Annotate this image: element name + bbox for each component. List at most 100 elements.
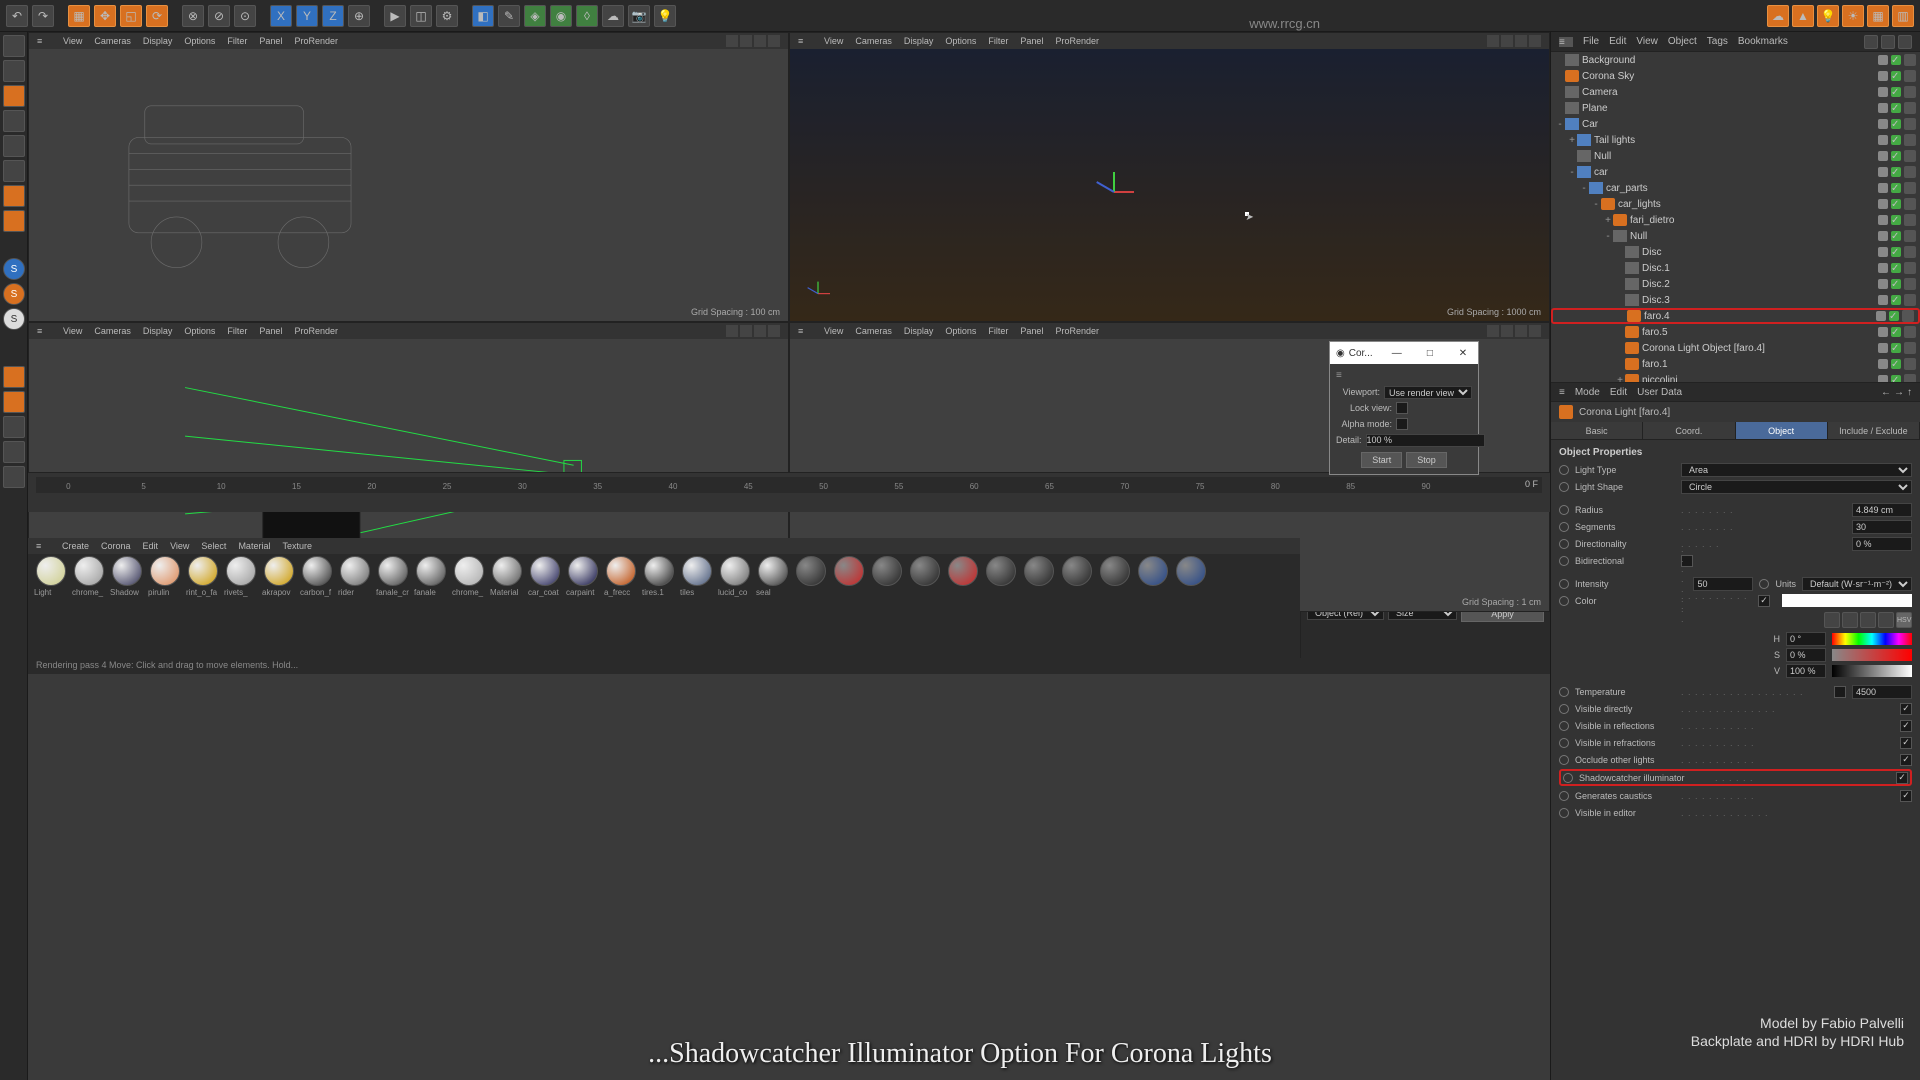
color-swatch[interactable] <box>1782 594 1912 607</box>
expand-icon[interactable]: - <box>1567 167 1577 178</box>
polygon-mode-icon[interactable] <box>3 160 25 182</box>
vp-menu-cameras[interactable]: Cameras <box>94 36 131 46</box>
attr-menu-edit[interactable]: Edit <box>1610 387 1627 398</box>
material-seal[interactable]: seal <box>756 556 790 597</box>
attr-menu-userdata[interactable]: User Data <box>1637 387 1682 398</box>
tree-row-car[interactable]: -car✓ <box>1551 164 1920 180</box>
corona-sun-icon[interactable]: ☀ <box>1842 5 1864 27</box>
attr-menu-mode[interactable]: Mode <box>1575 387 1600 398</box>
visible-reflections-checkbox[interactable] <box>1900 720 1912 732</box>
tab-object[interactable]: Object <box>1736 422 1828 439</box>
material-shadow[interactable]: Shadow <box>110 556 144 597</box>
units-select[interactable]: Default (W·sr⁻¹·m⁻²) <box>1802 577 1912 591</box>
point-mode-icon[interactable] <box>3 110 25 132</box>
material-carpaint[interactable]: carpaint <box>566 556 600 597</box>
tree-row-car-parts[interactable]: -car_parts✓ <box>1551 180 1920 196</box>
menu-file[interactable]: File <box>1583 36 1599 47</box>
vp-menu-prorender[interactable]: ProRender <box>294 36 338 46</box>
tag-icon[interactable] <box>1904 246 1916 258</box>
tree-row-tail-lights[interactable]: +Tail lights✓ <box>1551 132 1920 148</box>
side-tool-5-icon[interactable] <box>3 466 25 488</box>
render-icon[interactable]: ▶ <box>384 5 406 27</box>
menu-icon[interactable]: ≡ <box>1559 37 1573 47</box>
tag-icon[interactable] <box>1904 294 1916 306</box>
corona-window-icon[interactable]: ▦ <box>1867 5 1889 27</box>
mat-menu-select[interactable]: Select <box>201 541 226 551</box>
tag-icon[interactable] <box>1904 182 1916 194</box>
material-rint-o-fa[interactable]: rint_o_fa <box>186 556 220 597</box>
val-slider[interactable] <box>1832 665 1912 677</box>
snap-s2-icon[interactable]: S <box>3 283 25 305</box>
lockview-checkbox[interactable] <box>1396 402 1408 414</box>
expand-icon[interactable]: + <box>1603 215 1613 226</box>
tag-icon[interactable] <box>1904 278 1916 290</box>
radius-input[interactable] <box>1852 503 1912 517</box>
alphamode-checkbox[interactable] <box>1396 418 1408 430</box>
mat-menu-edit[interactable]: Edit <box>143 541 159 551</box>
expand-icon[interactable]: - <box>1591 199 1601 210</box>
material-fanale-cr[interactable]: fanale_cr <box>376 556 410 597</box>
undo-icon[interactable]: ↶ <box>6 5 28 27</box>
tree-row-disc[interactable]: Disc✓ <box>1551 244 1920 260</box>
tag-icon[interactable] <box>1904 342 1916 354</box>
mat-menu-create[interactable]: Create <box>62 541 89 551</box>
material-tiles[interactable]: tiles <box>680 556 714 597</box>
vp-menu-display[interactable]: Display <box>143 36 173 46</box>
tag-icon[interactable] <box>1904 374 1916 382</box>
tree-row-corona-sky[interactable]: Corona Sky✓ <box>1551 68 1920 84</box>
redo-icon[interactable]: ↷ <box>32 5 54 27</box>
menu-view[interactable]: View <box>1636 36 1658 47</box>
material-tires-1[interactable]: tires.1 <box>642 556 676 597</box>
material-rivets-[interactable]: rivets_ <box>224 556 258 597</box>
material-chrome-[interactable]: chrome_ <box>72 556 106 597</box>
sat-input[interactable] <box>1786 648 1826 662</box>
material-extra-5[interactable] <box>984 556 1018 597</box>
occlude-checkbox[interactable] <box>1900 754 1912 766</box>
tag-icon[interactable] <box>1904 198 1916 210</box>
color-mode-4-icon[interactable] <box>1878 612 1894 628</box>
material-a-frecc[interactable]: a_frecc <box>604 556 638 597</box>
scale-tool-icon[interactable]: ◱ <box>120 5 142 27</box>
tree-row-piccolini[interactable]: +piccolini✓ <box>1551 372 1920 382</box>
expand-icon[interactable]: + <box>1567 135 1577 146</box>
menu-bookmarks[interactable]: Bookmarks <box>1738 36 1788 47</box>
nav-up-icon[interactable]: ↑ <box>1907 387 1912 398</box>
axis-mode-icon[interactable] <box>3 185 25 207</box>
add-camera-icon[interactable]: 📷 <box>628 5 650 27</box>
tag-icon[interactable] <box>1904 358 1916 370</box>
shadowcatcher-illuminator-checkbox[interactable] <box>1896 772 1908 784</box>
menu-object[interactable]: Object <box>1668 36 1697 47</box>
tree-row-fari-dietro[interactable]: +fari_dietro✓ <box>1551 212 1920 228</box>
color-checkbox[interactable] <box>1758 595 1770 607</box>
add-environment-icon[interactable]: ☁ <box>602 5 624 27</box>
edge-mode-icon[interactable] <box>3 135 25 157</box>
render-region-icon[interactable]: ◫ <box>410 5 432 27</box>
material-chrome-[interactable]: chrome_ <box>452 556 486 597</box>
material-pirulin[interactable]: pirulin <box>148 556 182 597</box>
material-lucid-co[interactable]: lucid_co <box>718 556 752 597</box>
color-mode-3-icon[interactable] <box>1860 612 1876 628</box>
side-tool-4-icon[interactable] <box>3 441 25 463</box>
add-generator-icon[interactable]: ◉ <box>550 5 572 27</box>
workplane-icon[interactable] <box>3 210 25 232</box>
material-extra-9[interactable] <box>1136 556 1170 597</box>
mat-menu-texture[interactable]: Texture <box>282 541 312 551</box>
axis-y-icon[interactable]: Y <box>296 5 318 27</box>
tag-icon[interactable] <box>1904 118 1916 130</box>
sat-slider[interactable] <box>1832 649 1912 661</box>
maximize-icon[interactable]: □ <box>1421 348 1439 359</box>
tree-row-camera[interactable]: Camera✓ <box>1551 84 1920 100</box>
light-type-select[interactable]: Area <box>1681 463 1912 477</box>
viewport-top-left[interactable]: ≡ View Cameras Display Options Filter Pa… <box>28 32 789 322</box>
select-tool-icon[interactable]: ▦ <box>68 5 90 27</box>
texture-mode-icon[interactable] <box>3 60 25 82</box>
add-light-icon[interactable]: 💡 <box>654 5 676 27</box>
menu-tags[interactable]: Tags <box>1707 36 1728 47</box>
object-tree[interactable]: Background✓Corona Sky✓Camera✓Plane✓-Car✓… <box>1551 52 1920 382</box>
material-extra-8[interactable] <box>1098 556 1132 597</box>
close-icon[interactable]: ✕ <box>1454 348 1472 359</box>
material-akrapov[interactable]: akrapov <box>262 556 296 597</box>
caustics-checkbox[interactable] <box>1900 790 1912 802</box>
tab-basic[interactable]: Basic <box>1551 422 1643 439</box>
visible-refractions-checkbox[interactable] <box>1900 737 1912 749</box>
